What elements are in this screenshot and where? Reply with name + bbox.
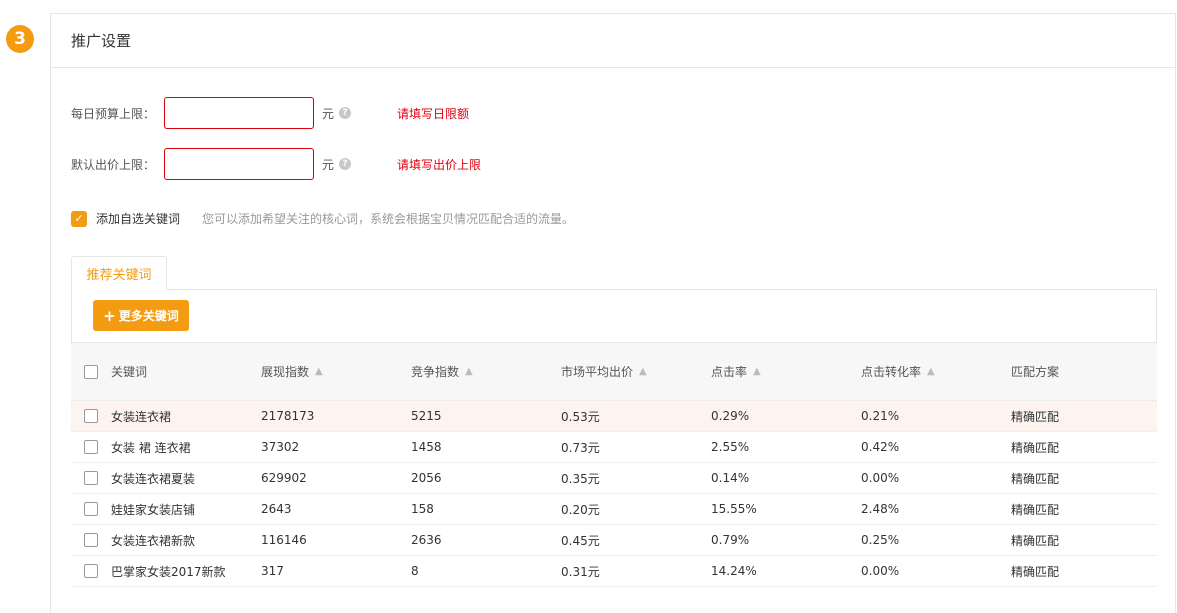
check-icon: ✓ <box>74 212 84 225</box>
cell-avg-bid: 0.45元 <box>561 533 600 548</box>
tab-content: + 更多关键词 <box>71 289 1157 343</box>
cell-conversion-rate: 0.25% <box>861 533 900 547</box>
cell-keyword: 巴掌家女装2017新款 <box>111 564 226 579</box>
cell-impression-index: 37302 <box>261 440 300 454</box>
cell-competition-index: 1458 <box>411 440 442 454</box>
custom-keywords-row: ✓ 添加自选关键词 您可以添加希望关注的核心词，系统会根据宝贝情况匹配合适的流量… <box>71 210 574 227</box>
cell-conversion-rate: 0.21% <box>861 409 900 423</box>
sort-arrow-icon[interactable]: ▲ <box>753 366 761 377</box>
cell-ctr: 2.55% <box>711 440 750 454</box>
cell-competition-index: 5215 <box>411 409 442 423</box>
daily-budget-unit: 元 <box>322 106 335 121</box>
help-icon[interactable]: ? <box>339 107 352 119</box>
table-row[interactable]: 娃娃家女装店铺 2643 158 0.20元 15.55% 2.48% 精确匹配 <box>71 494 1157 525</box>
cell-conversion-rate: 2.48% <box>861 502 900 516</box>
cell-ctr: 0.29% <box>711 409 750 423</box>
select-all-checkbox[interactable] <box>84 364 98 379</box>
row-checkbox[interactable] <box>84 440 98 454</box>
table-row[interactable]: 女装 裙 连衣裙 37302 1458 0.73元 2.55% 0.42% 精确… <box>71 432 1157 463</box>
cell-competition-index: 8 <box>411 564 419 578</box>
sort-arrow-icon[interactable]: ▲ <box>927 366 935 377</box>
header-impression-index[interactable]: 展现指数 ▲ <box>261 363 411 380</box>
sort-arrow-icon[interactable]: ▲ <box>639 366 647 377</box>
cell-competition-index: 2056 <box>411 471 442 485</box>
cell-competition-index: 2636 <box>411 533 442 547</box>
default-bid-row: 默认出价上限： 元 ? 请填写出价上限 <box>71 148 481 180</box>
custom-keywords-label[interactable]: 添加自选关键词 <box>96 210 180 227</box>
row-checkbox[interactable] <box>84 409 98 423</box>
keyword-table: 关键词 展现指数 ▲ 竞争指数 ▲ 市场平均出价 ▲ 点击率 ▲ 点击转化率 ▲ 匹配方案… <box>71 343 1157 587</box>
cell-impression-index: 317 <box>261 564 284 578</box>
cell-ctr: 14.24% <box>711 564 757 578</box>
daily-budget-input[interactable] <box>164 97 314 129</box>
daily-budget-label: 每日预算上限： <box>71 106 156 121</box>
custom-keywords-checkbox[interactable]: ✓ <box>71 210 87 227</box>
cell-impression-index: 629902 <box>261 471 307 485</box>
cell-keyword: 女装 裙 连衣裙 <box>111 440 191 455</box>
cell-competition-index: 158 <box>411 502 434 516</box>
cell-keyword: 娃娃家女装店铺 <box>111 502 196 517</box>
cell-ctr: 0.14% <box>711 471 750 485</box>
row-checkbox[interactable] <box>84 502 98 516</box>
cell-match-type[interactable]: 精确匹配 <box>1011 439 1157 456</box>
header-match-type: 匹配方案 <box>1011 365 1060 379</box>
header-conversion-rate[interactable]: 点击转化率 ▲ <box>861 363 1011 380</box>
tab-recommended-keywords[interactable]: 推荐关键词 <box>71 256 167 290</box>
cell-conversion-rate: 0.00% <box>861 471 900 485</box>
cell-match-type[interactable]: 精确匹配 <box>1011 532 1157 549</box>
cell-impression-index: 116146 <box>261 533 307 547</box>
table-header: 关键词 展现指数 ▲ 竞争指数 ▲ 市场平均出价 ▲ 点击率 ▲ 点击转化率 ▲ 匹配方案 <box>71 343 1157 401</box>
cell-impression-index: 2178173 <box>261 409 315 423</box>
table-row[interactable]: 巴掌家女装2017新款 317 8 0.31元 14.24% 0.00% 精确匹… <box>71 556 1157 587</box>
panel-title: 推广设置 <box>51 14 1175 68</box>
more-keywords-label: 更多关键词 <box>118 309 179 323</box>
cell-avg-bid: 0.20元 <box>561 502 600 517</box>
cell-match-type[interactable]: 精确匹配 <box>1011 501 1157 518</box>
sort-arrow-icon[interactable]: ▲ <box>465 366 473 377</box>
table-row[interactable]: 女装连衣裙夏装 629902 2056 0.35元 0.14% 0.00% 精确… <box>71 463 1157 494</box>
header-keyword: 关键词 <box>111 365 148 379</box>
cell-conversion-rate: 0.00% <box>861 564 900 578</box>
header-competition-index[interactable]: 竞争指数 ▲ <box>411 363 561 380</box>
row-checkbox[interactable] <box>84 471 98 485</box>
cell-conversion-rate: 0.42% <box>861 440 900 454</box>
header-avg-bid[interactable]: 市场平均出价 ▲ <box>561 363 711 380</box>
row-checkbox[interactable] <box>84 533 98 547</box>
cell-ctr: 0.79% <box>711 533 750 547</box>
default-bid-unit: 元 <box>322 157 335 172</box>
default-bid-label: 默认出价上限： <box>71 157 156 172</box>
sort-arrow-icon[interactable]: ▲ <box>315 366 323 377</box>
cell-match-type[interactable]: 精确匹配 <box>1011 470 1157 487</box>
promotion-settings-panel: 推广设置 每日预算上限： 元 ? 请填写日限额 默认出价上限： 元 ? 请填写出… <box>50 13 1176 613</box>
cell-impression-index: 2643 <box>261 502 292 516</box>
more-keywords-button[interactable]: + 更多关键词 <box>93 300 189 331</box>
header-ctr[interactable]: 点击率 ▲ <box>711 363 861 380</box>
cell-keyword: 女装连衣裙 <box>111 409 172 424</box>
cell-avg-bid: 0.35元 <box>561 471 600 486</box>
table-row[interactable]: 女装连衣裙 2178173 5215 0.53元 0.29% 0.21% 精确匹… <box>71 401 1157 432</box>
cell-avg-bid: 0.53元 <box>561 409 600 424</box>
default-bid-input[interactable] <box>164 148 314 180</box>
table-row[interactable]: 女装连衣裙新款 116146 2636 0.45元 0.79% 0.25% 精确… <box>71 525 1157 556</box>
cell-ctr: 15.55% <box>711 502 757 516</box>
help-icon[interactable]: ? <box>339 158 352 170</box>
daily-budget-error: 请填写日限额 <box>397 106 470 121</box>
default-bid-error: 请填写出价上限 <box>397 157 482 172</box>
cell-avg-bid: 0.73元 <box>561 440 600 455</box>
cell-match-type[interactable]: 精确匹配 <box>1011 408 1157 425</box>
custom-keywords-hint: 您可以添加希望关注的核心词，系统会根据宝贝情况匹配合适的流量。 <box>202 212 575 226</box>
plus-icon: + <box>103 306 116 325</box>
cell-keyword: 女装连衣裙夏装 <box>111 471 196 486</box>
row-checkbox[interactable] <box>84 564 98 578</box>
cell-match-type[interactable]: 精确匹配 <box>1011 563 1157 580</box>
daily-budget-row: 每日预算上限： 元 ? 请填写日限额 <box>71 97 469 129</box>
step-number-badge: 3 <box>6 25 34 53</box>
cell-keyword: 女装连衣裙新款 <box>111 533 196 548</box>
cell-avg-bid: 0.31元 <box>561 564 600 579</box>
